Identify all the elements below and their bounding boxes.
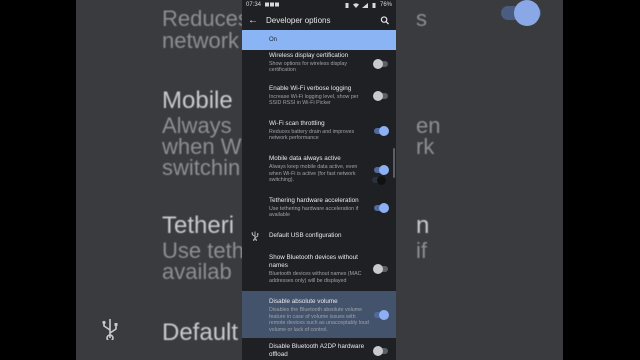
setting-summary: Reduces battery drain and improves netwo… [269,128,355,142]
setting-title: Wireless display certification [269,52,349,59]
setting-tethering-hardware-acceleration[interactable]: Tethering hardware acceleration Use teth… [242,191,396,226]
a2dp-offload-toggle[interactable] [373,346,388,357]
page-title: Developer options [266,15,331,25]
wifi-scan-throttling-toggle[interactable] [374,126,389,137]
setting-title: Wi-Fi scan throttling [269,119,325,127]
bg-text: Mobile [162,87,233,114]
bluetooth-nameless-toggle[interactable] [373,264,388,275]
notification-icons [265,2,280,6]
background-right: s en rk n if [396,0,640,360]
signal-icon [361,2,368,8]
usb-icon [102,319,118,340]
phone-screen: 07:34 76% ← Developer options On Wireles… [242,0,396,360]
bg-text: switchin [162,155,241,180]
bg-text: rk [416,134,435,159]
setting-mobile-data-always-active[interactable]: Mobile data always active Always keep mo… [242,148,396,190]
setting-summary: Always keep mobile data active, even whe… [269,164,358,184]
battery-level: 76% [379,2,392,8]
setting-show-bluetooth-devices-without-names[interactable]: Show Bluetooth devices without names Blu… [242,247,396,291]
setting-title: Tethering hardware acceleration [269,196,359,204]
status-time: 07:34 [246,2,262,8]
setting-wireless-display-certification[interactable]: Wireless display certification Show opti… [242,50,396,78]
mobile-data-toggle[interactable] [374,164,389,175]
background-left-dark [0,0,76,360]
setting-disable-bluetooth-a2dp-offload[interactable]: Disable Bluetooth A2DP hardware offload [242,338,396,360]
bg-text: Default [162,319,239,346]
wifi-icon [352,2,359,8]
background-left: Reduces network Mobile Always when W swi… [0,0,242,360]
master-switch-label: On [269,37,278,43]
wireless-display-toggle[interactable] [373,58,388,69]
setting-summary: Bluetooth devices without names (MAC add… [269,271,362,284]
battery-icon [372,2,376,8]
setting-title: Enable Wi-Fi verbose logging [269,84,352,92]
setting-title: Show Bluetooth devices without names [269,254,358,270]
setting-title: Disable absolute volume [269,298,338,306]
app-bar: ← Developer options [242,10,396,30]
wifi-verbose-toggle[interactable] [373,90,388,101]
bg-text: availab [162,259,232,284]
bg-text: Tetheri [162,212,235,239]
back-arrow-icon[interactable]: ← [248,15,260,26]
scrollbar-thumb[interactable] [393,148,395,178]
status-bar: 07:34 76% [242,0,396,10]
setting-wifi-verbose-logging[interactable]: Enable Wi-Fi verbose logging Increase Wi… [242,78,396,114]
settings-list: Wireless display certification Show opti… [242,50,396,360]
vibrate-icon [345,2,349,8]
setting-title: Default USB configuration [269,232,342,240]
setting-title: Mobile data always active [269,155,341,163]
developer-options-master-switch[interactable]: On [242,30,396,185]
setting-summary: Increase Wi-Fi logging level, show per S… [269,93,359,107]
bg-text: s [416,6,427,31]
setting-summary: Show options for wireless display certif… [269,61,348,74]
bg-text: network [162,28,240,53]
background-right-dark [563,0,640,360]
bg-text: if [416,238,427,263]
search-icon[interactable] [380,15,390,25]
setting-default-usb-configuration[interactable]: Default USB configuration [242,225,396,247]
setting-summary: Use tethering hardware acceleration if a… [269,205,359,219]
absolute-volume-toggle[interactable] [374,309,389,320]
tethering-toggle[interactable] [374,203,389,214]
setting-summary: Disables the Bluetooth absolute volume f… [269,307,369,333]
usb-icon [251,231,259,242]
setting-disable-absolute-volume[interactable]: Disable absolute volume Disables the Blu… [242,291,396,338]
bg-text: n [416,212,430,239]
setting-title: Disable Bluetooth A2DP hardware offload [269,342,365,358]
setting-wifi-scan-throttling[interactable]: Wi-Fi scan throttling Reduces battery dr… [242,114,396,149]
bg-toggle-knob [514,0,540,26]
